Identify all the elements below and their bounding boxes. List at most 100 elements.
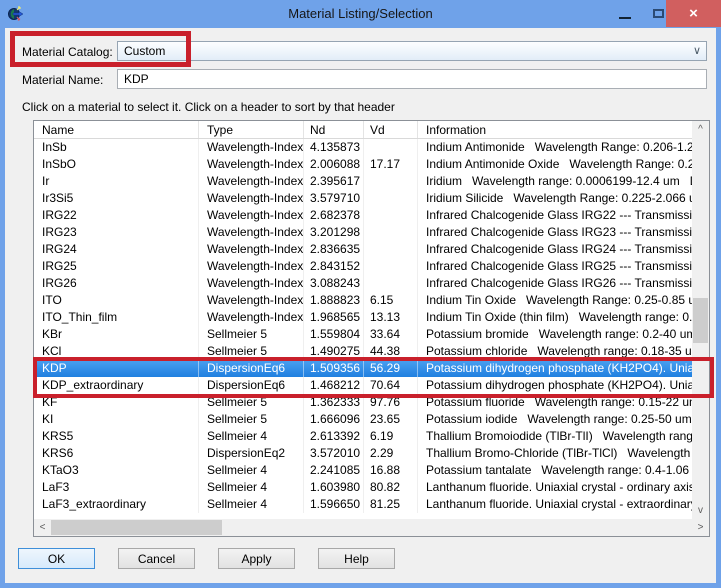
vertical-scrollbar-thumb[interactable] <box>693 298 708 343</box>
cell: InSb <box>34 139 199 156</box>
material-name-value: KDP <box>124 72 149 86</box>
ok-button[interactable]: OK <box>18 548 95 569</box>
cell: IRG24 <box>34 241 199 258</box>
header-type[interactable]: Type <box>199 121 304 138</box>
cell: KF <box>34 394 199 411</box>
cell: 2.241085 <box>304 462 364 479</box>
cell: 13.13 <box>364 309 418 326</box>
cell: Ir <box>34 173 199 190</box>
cell: Wavelength-Index <box>199 275 304 292</box>
cell: Sellmeier 5 <box>199 343 304 360</box>
cell <box>364 258 418 275</box>
cell: Wavelength-Index <box>199 190 304 207</box>
table-row-KRS5[interactable]: KRS5Sellmeier 42.6133926.19Thallium Brom… <box>34 428 692 445</box>
cell: DispersionEq6 <box>199 360 304 377</box>
cell: IRG25 <box>34 258 199 275</box>
cell: 3.579710 <box>304 190 364 207</box>
vertical-scrollbar[interactable]: ^ v <box>692 121 709 519</box>
cell: KBr <box>34 326 199 343</box>
header-nd[interactable]: Nd <box>304 121 364 138</box>
cell: 2.395617 <box>304 173 364 190</box>
cell: 1.490275 <box>304 343 364 360</box>
cell: Sellmeier 5 <box>199 411 304 428</box>
cell: 97.76 <box>364 394 418 411</box>
header-name[interactable]: Name <box>34 121 199 138</box>
cell: Potassium dihydrogen phosphate (KH2PO4).… <box>418 360 692 377</box>
header-information[interactable]: Information <box>418 121 692 138</box>
table-row-IRG23[interactable]: IRG23Wavelength-Index3.201298Infrared Ch… <box>34 224 692 241</box>
scroll-down-icon[interactable]: v <box>692 502 709 519</box>
cell: Wavelength-Index <box>199 258 304 275</box>
cell: Wavelength-Index <box>199 173 304 190</box>
cell: 6.19 <box>364 428 418 445</box>
cell <box>364 275 418 292</box>
minimize-button[interactable] <box>610 0 640 26</box>
cell: KDP <box>34 360 199 377</box>
help-button[interactable]: Help <box>318 548 395 569</box>
cell: DispersionEq2 <box>199 445 304 462</box>
apply-button[interactable]: Apply <box>218 548 295 569</box>
table-row-KTaO3[interactable]: KTaO3Sellmeier 42.24108516.88Potassium t… <box>34 462 692 479</box>
cell: Indium Antimonide Wavelength Range: 0.20… <box>418 139 692 156</box>
scroll-left-icon[interactable]: < <box>34 519 51 536</box>
cancel-button[interactable]: Cancel <box>118 548 195 569</box>
table-row-KDP[interactable]: KDPDispersionEq61.50935656.29Potassium d… <box>34 360 692 377</box>
cell <box>364 207 418 224</box>
horizontal-scrollbar-thumb[interactable] <box>51 520 222 535</box>
cell: Lanthanum fluoride. Uniaxial crystal - o… <box>418 479 692 496</box>
cell: Potassium dihydrogen phosphate (KH2PO4).… <box>418 377 692 394</box>
cell: 2.29 <box>364 445 418 462</box>
table-row-KBr[interactable]: KBrSellmeier 51.55980433.64Potassium bro… <box>34 326 692 343</box>
cell: IRG23 <box>34 224 199 241</box>
cell: Indium Tin Oxide (thin film) Wavelength … <box>418 309 692 326</box>
cell: 1.468212 <box>304 377 364 394</box>
table-row-ITO[interactable]: ITOWavelength-Index1.8888236.15Indium Ti… <box>34 292 692 309</box>
cell: 1.559804 <box>304 326 364 343</box>
cell: 44.38 <box>364 343 418 360</box>
cell: Ir3Si5 <box>34 190 199 207</box>
instruction-text: Click on a material to select it. Click … <box>22 100 395 114</box>
material-catalog-dropdown[interactable]: Custom ∨ <box>117 41 707 61</box>
table-row-ITO_Thin_film[interactable]: ITO_Thin_filmWavelength-Index1.96856513.… <box>34 309 692 326</box>
cell: 1.968565 <box>304 309 364 326</box>
table-row-InSb[interactable]: InSbWavelength-Index4.135873Indium Antim… <box>34 139 692 156</box>
cell: Potassium iodide Wavelength range: 0.25-… <box>418 411 692 428</box>
table-row-KCl[interactable]: KClSellmeier 51.49027544.38Potassium chl… <box>34 343 692 360</box>
cell: Infrared Chalcogenide Glass IRG25 --- Tr… <box>418 258 692 275</box>
table-row-LaF3_extraordinary[interactable]: LaF3_extraordinarySellmeier 41.59665081.… <box>34 496 692 513</box>
table-row-InSbO[interactable]: InSbOWavelength-Index2.00608817.17Indium… <box>34 156 692 173</box>
table-row-IRG22[interactable]: IRG22Wavelength-Index2.682378Infrared Ch… <box>34 207 692 224</box>
table-row-IRG24[interactable]: IRG24Wavelength-Index2.836635Infrared Ch… <box>34 241 692 258</box>
cell: Thallium Bromo-Chloride (TlBr-TlCl) Wave… <box>418 445 692 462</box>
scroll-up-icon[interactable]: ^ <box>692 121 709 138</box>
table-row-KDP_extraordinary[interactable]: KDP_extraordinaryDispersionEq61.46821270… <box>34 377 692 394</box>
cell: 33.64 <box>364 326 418 343</box>
horizontal-scrollbar[interactable]: < > <box>34 519 709 536</box>
cell: Wavelength-Index <box>199 292 304 309</box>
table-row-IRG25[interactable]: IRG25Wavelength-Index2.843152Infrared Ch… <box>34 258 692 275</box>
cell: 1.888823 <box>304 292 364 309</box>
cell: 70.64 <box>364 377 418 394</box>
cell: KI <box>34 411 199 428</box>
cell: 6.15 <box>364 292 418 309</box>
cell: Sellmeier 4 <box>199 462 304 479</box>
table-row-KI[interactable]: KISellmeier 51.66609623.65Potassium iodi… <box>34 411 692 428</box>
cell: Lanthanum fluoride. Uniaxial crystal - e… <box>418 496 692 513</box>
material-name-input[interactable]: KDP <box>117 69 707 89</box>
chevron-down-icon[interactable]: ∨ <box>693 44 701 57</box>
table-row-Ir[interactable]: IrWavelength-Index2.395617Iridium Wavele… <box>34 173 692 190</box>
table-row-KF[interactable]: KFSellmeier 51.36233397.76Potassium fluo… <box>34 394 692 411</box>
close-button[interactable]: × <box>666 0 721 27</box>
materials-table-header: Name Type Nd Vd Information <box>34 121 692 139</box>
cell: Wavelength-Index <box>199 207 304 224</box>
title-bar[interactable]: Material Listing/Selection × <box>0 0 721 28</box>
cell: KTaO3 <box>34 462 199 479</box>
table-row-KRS6[interactable]: KRS6DispersionEq23.5720102.29Thallium Br… <box>34 445 692 462</box>
cell: LaF3 <box>34 479 199 496</box>
scroll-right-icon[interactable]: > <box>692 519 709 536</box>
header-vd[interactable]: Vd <box>364 121 418 138</box>
table-row-IRG26[interactable]: IRG26Wavelength-Index3.088243Infrared Ch… <box>34 275 692 292</box>
table-row-Ir3Si5[interactable]: Ir3Si5Wavelength-Index3.579710Iridium Si… <box>34 190 692 207</box>
dialog-content: Material Catalog: Custom ∨ Material Name… <box>5 28 716 583</box>
table-row-LaF3[interactable]: LaF3Sellmeier 41.60398080.82Lanthanum fl… <box>34 479 692 496</box>
